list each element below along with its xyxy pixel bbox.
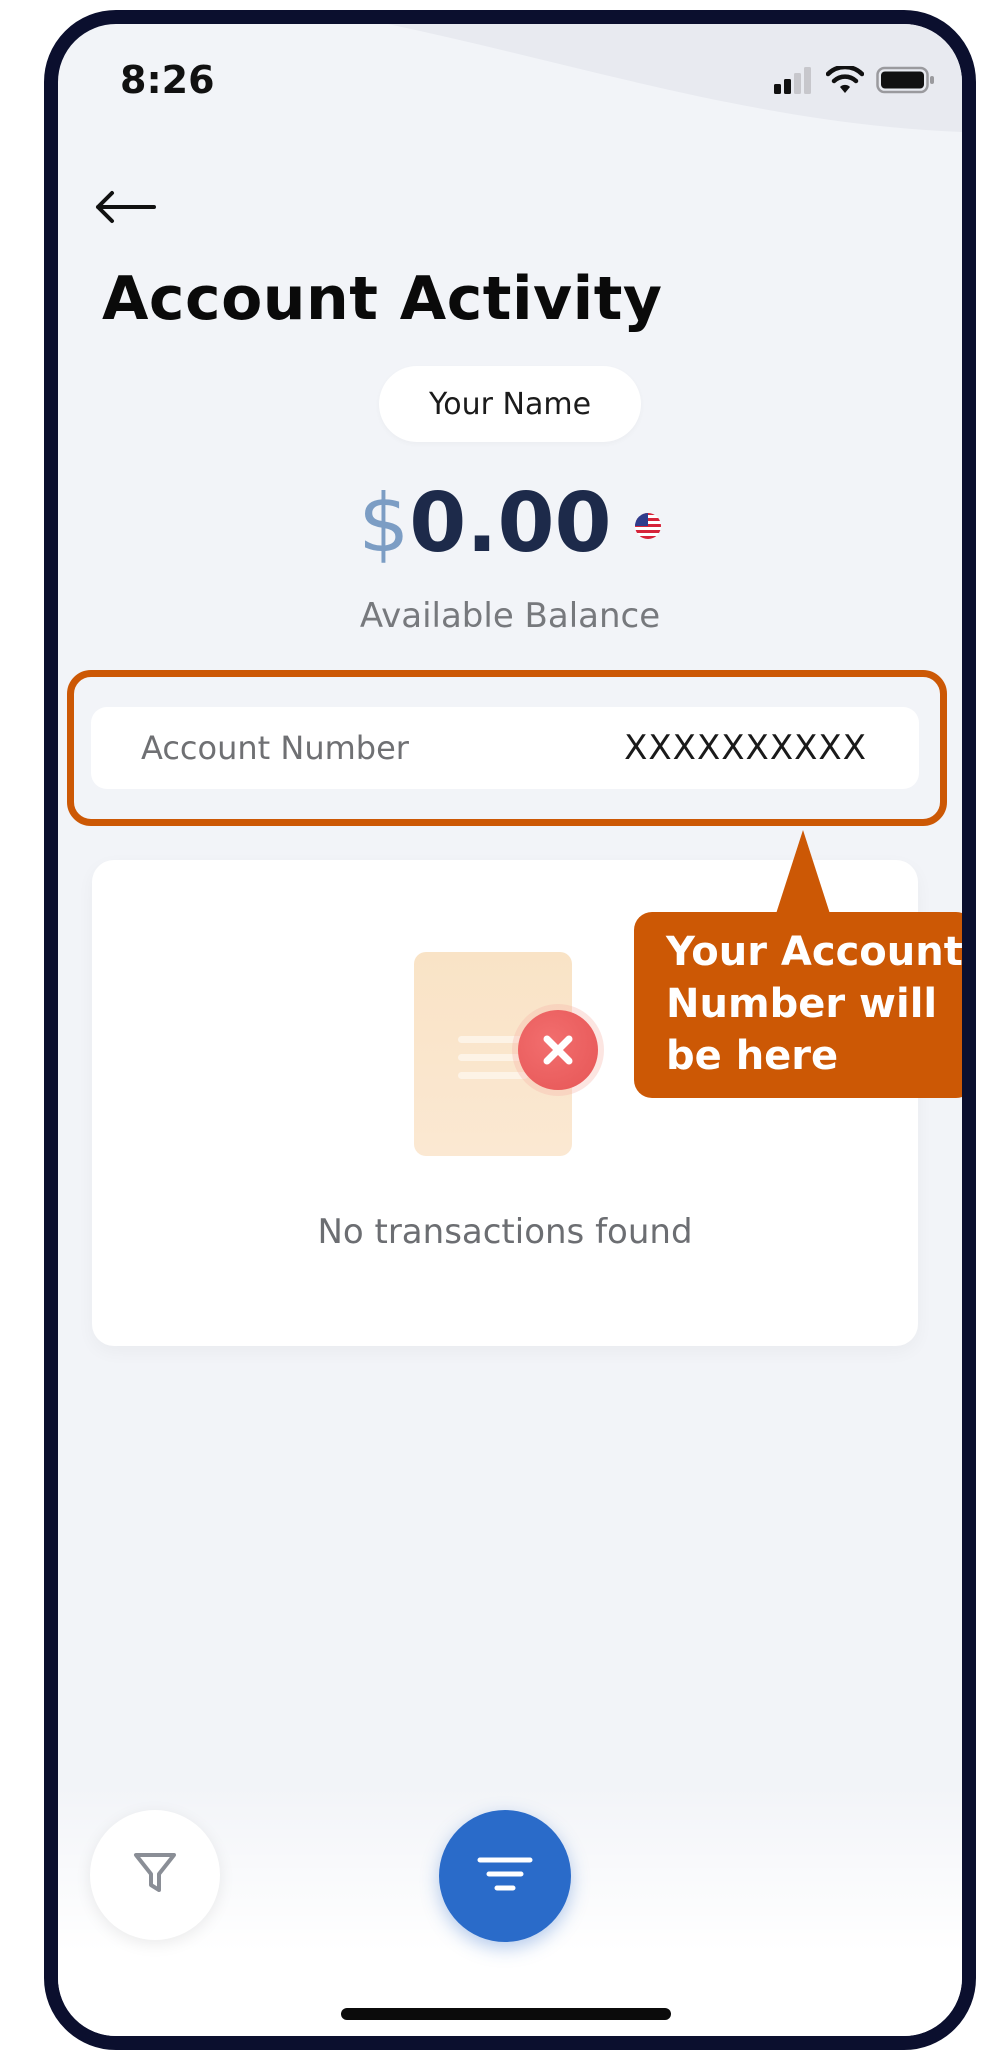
balance-display: $ 0.00 [58,476,962,571]
phone-frame: 8:26 Account Activity Your Name $ 0.00 A… [44,10,976,2050]
home-indicator [341,2008,671,2020]
balance-amount: 0.00 [409,476,612,571]
menu-lines-icon [477,1854,533,1898]
account-number-row: Account Number XXXXXXXXXX [91,707,919,789]
account-number-label: Account Number [141,729,409,767]
back-button[interactable] [94,174,174,244]
status-icons [774,64,936,98]
menu-button[interactable] [439,1810,571,1942]
account-number-value: XXXXXXXXXX [624,728,867,768]
status-time: 8:26 [120,58,215,102]
balance-label: Available Balance [359,596,661,636]
currency-symbol: $ [358,477,410,570]
status-bar: 8:26 [58,24,962,134]
callout-pointer [774,830,832,920]
wifi-icon [825,64,865,98]
empty-transactions-message: No transactions found [317,1212,693,1252]
filter-button[interactable] [90,1810,220,1940]
page-title: Account Activity [102,264,663,334]
no-transactions-document-icon [414,952,634,1176]
battery-icon [876,66,936,98]
filter-funnel-icon [133,1852,177,1898]
arrow-left-icon [94,190,156,228]
cellular-signal-icon [774,66,814,98]
us-flag-icon [634,512,662,544]
account-number-callout: Your Account Number will be here [634,912,962,1098]
account-holder-name: Your Name [379,366,641,442]
